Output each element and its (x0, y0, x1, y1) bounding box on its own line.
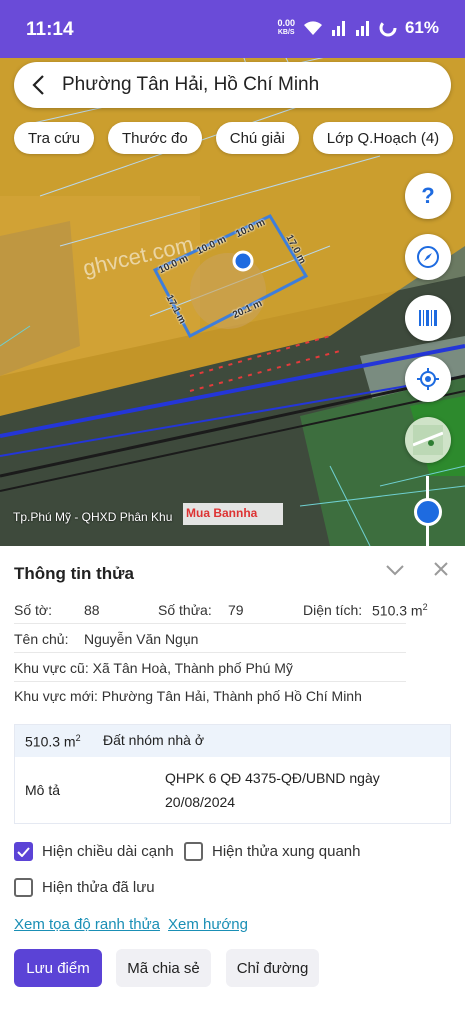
my-location-button[interactable] (405, 356, 451, 402)
description-line-1: QHPK 6 QĐ 4375-QĐ/UBND ngày (165, 770, 380, 786)
divider (14, 623, 406, 624)
location-title: Phường Tân Hải, Hồ Chí Minh (62, 74, 320, 95)
checkbox-unchecked[interactable] (14, 878, 33, 897)
view-coordinates-link[interactable]: Xem tọa độ ranh thửa (14, 916, 160, 933)
chevron-down-icon (386, 565, 404, 576)
signal-icon-2 (355, 21, 369, 36)
zoning-area: 510.3 m2 (25, 733, 81, 750)
compass-button[interactable] (405, 234, 451, 280)
description-line-2: 20/08/2024 (165, 794, 236, 810)
show-saved-checkbox[interactable]: Hiện thửa đã lưu (14, 878, 155, 897)
share-code-button[interactable]: Mã chia sẻ (116, 949, 211, 987)
save-point-button[interactable]: Lưu điểm (14, 949, 102, 987)
map-view[interactable]: ghvcet.com 10.0 m 10.0 m 10.0 m 17.0 m 2… (0, 46, 465, 546)
brand-logo: Mua Bannha (186, 506, 258, 520)
old-area-row: Khu vực cũ: Xã Tân Hoà, Thành phố Phú Mỹ (14, 660, 293, 676)
parcel-numbers-row: Số tờ: 88 Số thửa: 79 Diện tích: 510.3 m… (14, 602, 428, 619)
checkbox-unchecked[interactable] (184, 842, 203, 861)
dien-tich-label: Diện tích: (303, 602, 363, 618)
zoning-type: Đất nhóm nhà ở (103, 732, 205, 748)
so-to-value: 88 (84, 602, 100, 618)
sheet-title: Thông tin thửa (14, 564, 134, 583)
show-edge-length-checkbox[interactable]: Hiện chiều dài cạnh (14, 842, 174, 861)
barcode-icon (419, 310, 437, 326)
net-speed: 0.00 KB/S (277, 18, 295, 37)
description-label: Mô tả (25, 782, 61, 798)
search-bar[interactable]: Phường Tân Hải, Hồ Chí Minh (14, 62, 451, 108)
new-area-value: Phường Tân Hải, Thành phố Hồ Chí Minh (101, 688, 362, 704)
zoning-header: 510.3 m2 Đất nhóm nhà ở (15, 725, 450, 757)
map-canvas: ghvcet.com (0, 46, 465, 546)
help-icon: ? (421, 183, 435, 208)
owner-row: Tên chủ: Nguyễn Văn Ngụn (14, 631, 198, 647)
owner-label: Tên chủ: (14, 631, 69, 647)
layer-label: Tp.Phú Mỹ - QHXD Phân Khu (13, 510, 173, 524)
collapse-button[interactable] (386, 560, 404, 581)
barcode-button[interactable] (405, 295, 451, 341)
map-chip-row: Tra cứu Thước đo Chú giải Lớp Q.Hoạch (4… (14, 122, 454, 154)
back-arrow-icon (32, 75, 44, 95)
new-area-row: Khu vực mới: Phường Tân Hải, Thành phố H… (14, 688, 362, 704)
battery-percent: 61% (404, 18, 439, 37)
zoning-info-box: 510.3 m2 Đất nhóm nhà ở Mô tả QHPK 6 QĐ … (14, 724, 451, 824)
checkbox-label: Hiện thửa đã lưu (42, 879, 155, 896)
signal-icon (331, 21, 345, 36)
close-button[interactable] (434, 560, 448, 581)
back-button[interactable] (14, 62, 62, 108)
old-area-value: Xã Tân Hoà, Thành phố Phú Mỹ (92, 660, 293, 676)
dien-tich-value: 510.3 m2 (372, 602, 428, 619)
so-thua-label: Số thửa: (158, 602, 212, 618)
location-target-icon (417, 368, 439, 390)
chip-tra-cuu[interactable]: Tra cứu (14, 122, 94, 154)
chip-lop-quy-hoach[interactable]: Lớp Q.Hoạch (4) (312, 122, 454, 154)
directions-button[interactable]: Chỉ đường (226, 949, 319, 987)
so-to-label: Số tờ: (14, 602, 52, 618)
close-icon (434, 562, 448, 576)
status-bar: 11:14 0.00 KB/S 61% (0, 0, 465, 58)
chip-thuoc-do[interactable]: Thước đo (108, 122, 202, 154)
divider (14, 681, 406, 682)
map-thumbnail-icon (413, 425, 443, 455)
wifi-icon (303, 21, 322, 35)
show-neighbors-checkbox[interactable]: Hiện thửa xung quanh (184, 842, 360, 861)
map-type-button[interactable] (405, 417, 451, 463)
checkbox-label: Hiện thửa xung quanh (212, 843, 361, 860)
opacity-slider-handle[interactable] (414, 498, 442, 526)
check-icon (17, 846, 30, 857)
checkbox-label: Hiện chiều dài cạnh (42, 843, 174, 860)
so-thua-value: 79 (228, 602, 244, 618)
new-area-label: Khu vực mới: (14, 688, 98, 704)
clock: 11:14 (26, 19, 74, 40)
divider (14, 652, 406, 653)
battery-icon (379, 19, 397, 37)
view-direction-link[interactable]: Xem hướng (168, 916, 248, 933)
owner-value: Nguyễn Văn Ngụn (84, 631, 199, 647)
chip-chu-giai[interactable]: Chú giải (215, 122, 299, 154)
status-icons: 0.00 KB/S 61% (277, 18, 439, 38)
old-area-label: Khu vực cũ: (14, 660, 89, 676)
help-button[interactable]: ? (405, 173, 451, 219)
compass-icon (417, 246, 439, 268)
checkbox-checked[interactable] (14, 842, 33, 861)
